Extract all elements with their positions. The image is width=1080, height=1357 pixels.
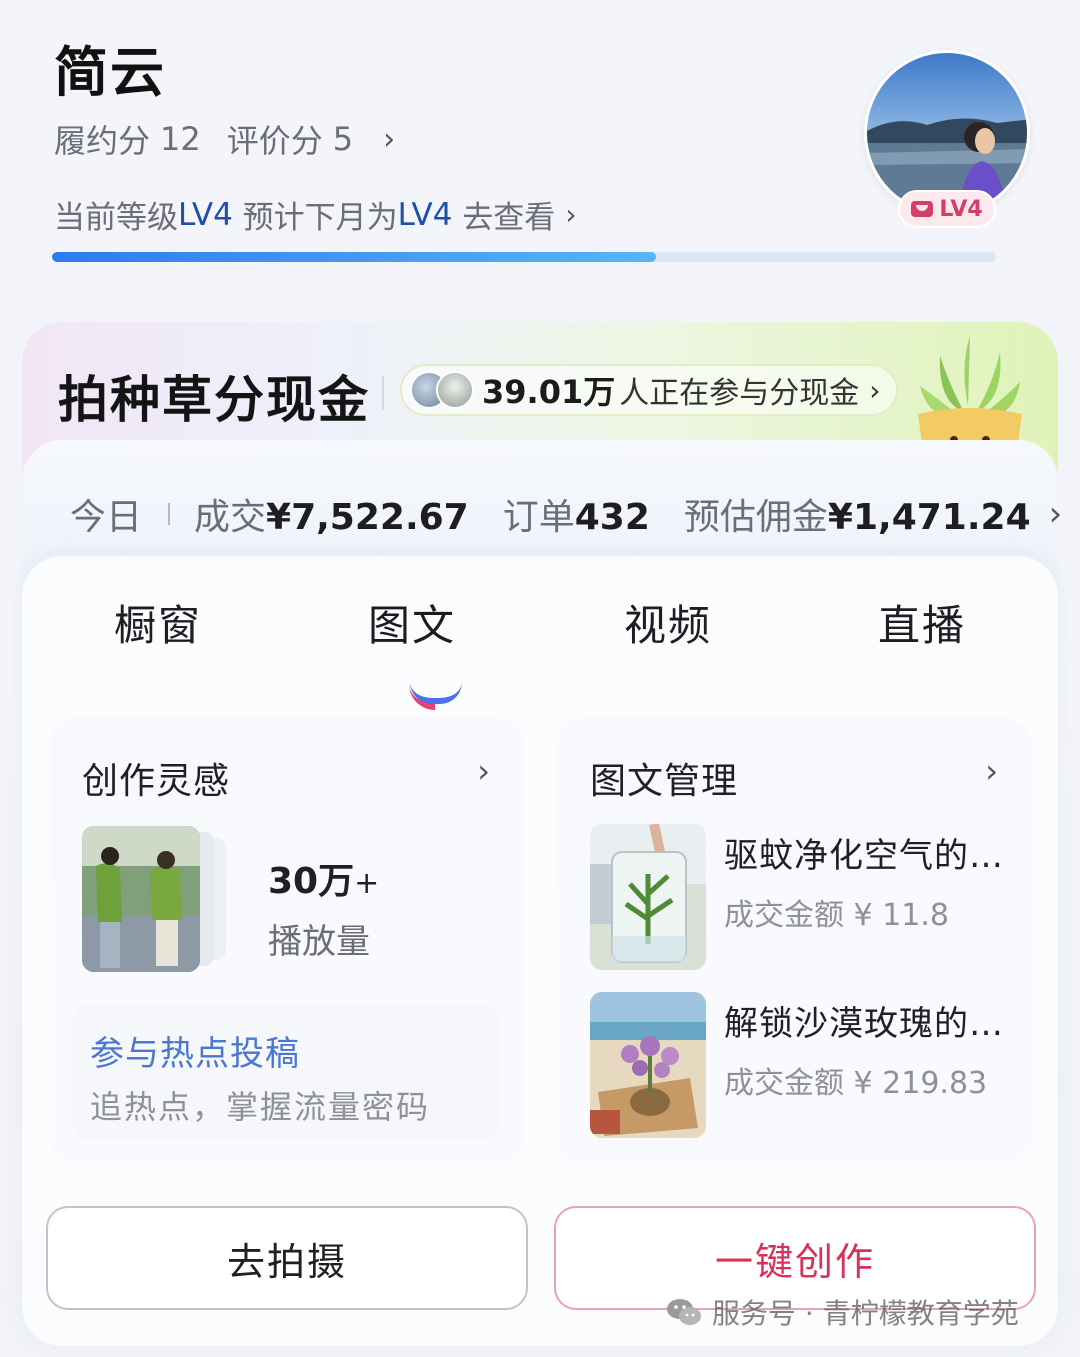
play-count-label: 播放量 <box>268 922 370 962</box>
post-thumbnail <box>590 992 706 1138</box>
participant-avatars <box>410 371 474 409</box>
post-title: 解锁沙漠玫瑰的… <box>724 1004 1004 1044</box>
watermark: 服务号 · 青柠檬教育学苑 <box>666 1292 1019 1332</box>
inspiration-title: 创作灵感 <box>82 761 231 802</box>
fulfillment-label: 履约分 <box>54 122 151 160</box>
post-amount: 成交金额 ¥ 11.8 <box>724 898 949 933</box>
fulfillment-score: 12 <box>160 120 201 158</box>
level-prefix: 当前等级 <box>54 200 178 236</box>
post-thumbnail <box>590 824 706 970</box>
hot-topic-card[interactable]: 参与热点投稿 追热点，掌握流量密码 <box>72 1002 502 1142</box>
inspiration-thumbnail[interactable] <box>82 826 200 972</box>
level-row[interactable]: 当前等级 LV4 预计下月为 LV4 去查看 › <box>54 192 577 237</box>
banner-title: 拍种草分现金 <box>58 371 370 429</box>
tab-image-text[interactable]: 图文 <box>368 592 456 653</box>
participants-count: 39.01万 <box>482 373 616 411</box>
post-management-title: 图文管理 <box>590 761 739 802</box>
tab-video[interactable]: 视频 <box>624 592 712 653</box>
commission-stat: 预估佣金¥1,471.24 <box>683 497 1031 538</box>
today-label: 今日 <box>70 497 143 538</box>
level-mid: 预计下月为 <box>232 200 398 236</box>
level-progress-bar <box>52 252 996 262</box>
creator-dashboard: 简云 履约分 12 评价分 5 › 当前等级 LV4 预计下月为 LV4 去查看… <box>0 0 1080 1357</box>
hot-topic-subtitle: 追热点，掌握流量密码 <box>90 1088 431 1126</box>
chevron-right-icon[interactable]: › <box>1049 494 1063 534</box>
lv-badge-icon <box>911 201 934 217</box>
current-level: LV4 <box>178 196 233 233</box>
content-card: 橱窗 图文 视频 直播 创作灵感 › 30万+ 播放量 参与热点投稿 追热点，掌… <box>22 556 1058 1346</box>
review-label: 评价分 <box>226 122 323 160</box>
participants-text: 人正在参与分现金 <box>619 376 860 411</box>
user-name: 简云 <box>54 41 166 104</box>
list-item[interactable]: 驱蚊净化空气的… 成交金额 ¥ 11.8 <box>590 824 1010 972</box>
tab-showcase[interactable]: 橱窗 <box>114 592 202 653</box>
orders-stat: 订单432 <box>502 497 650 538</box>
banner-divider <box>382 376 384 410</box>
chevron-right-icon[interactable]: › <box>985 752 998 790</box>
lv-badge-label: LV4 <box>939 196 983 222</box>
hot-topic-title[interactable]: 参与热点投稿 <box>90 1026 300 1075</box>
stats-divider <box>168 503 171 525</box>
wechat-icon <box>667 1299 701 1325</box>
tab-live[interactable]: 直播 <box>878 592 966 653</box>
go-shoot-button[interactable]: 去拍摄 <box>46 1206 528 1310</box>
chevron-right-icon: › <box>383 121 396 157</box>
chevron-right-icon[interactable]: › <box>477 752 490 790</box>
score-row[interactable]: 履约分 12 评价分 5 › <box>54 116 395 162</box>
level-progress-fill <box>52 252 657 262</box>
active-tab-indicator <box>409 682 462 710</box>
deal-stat: 成交¥7,522.67 <box>194 497 469 538</box>
next-level: LV4 <box>397 196 453 233</box>
chevron-right-icon: › <box>565 198 577 231</box>
post-amount: 成交金额 ¥ 219.83 <box>724 1066 988 1101</box>
list-item[interactable]: 解锁沙漠玫瑰的… 成交金额 ¥ 219.83 <box>590 992 1010 1140</box>
chevron-right-icon: › <box>869 373 881 407</box>
play-count: 30万+ <box>268 861 380 902</box>
lv-badge: LV4 <box>898 190 996 228</box>
today-stats-row: 今日 成交¥7,522.67 订单432 预估佣金¥1,471.24 › <box>70 488 1062 540</box>
post-management-panel[interactable]: 图文管理 › 驱蚊净化空气的… 成交金额 ¥ 11.8 解锁沙漠玫瑰的… 成交金… <box>558 718 1032 1166</box>
inspiration-panel[interactable]: 创作灵感 › 30万+ 播放量 参与热点投稿 追热点，掌握流量密码 <box>50 718 524 1166</box>
review-score: 5 <box>332 120 354 158</box>
post-title: 驱蚊净化空气的… <box>724 836 1004 876</box>
tab-bar: 橱窗 图文 视频 直播 <box>22 592 1058 710</box>
participants-pill[interactable]: 39.01万 人正在参与分现金 › <box>400 364 899 416</box>
level-link[interactable]: 去查看 <box>452 192 555 237</box>
